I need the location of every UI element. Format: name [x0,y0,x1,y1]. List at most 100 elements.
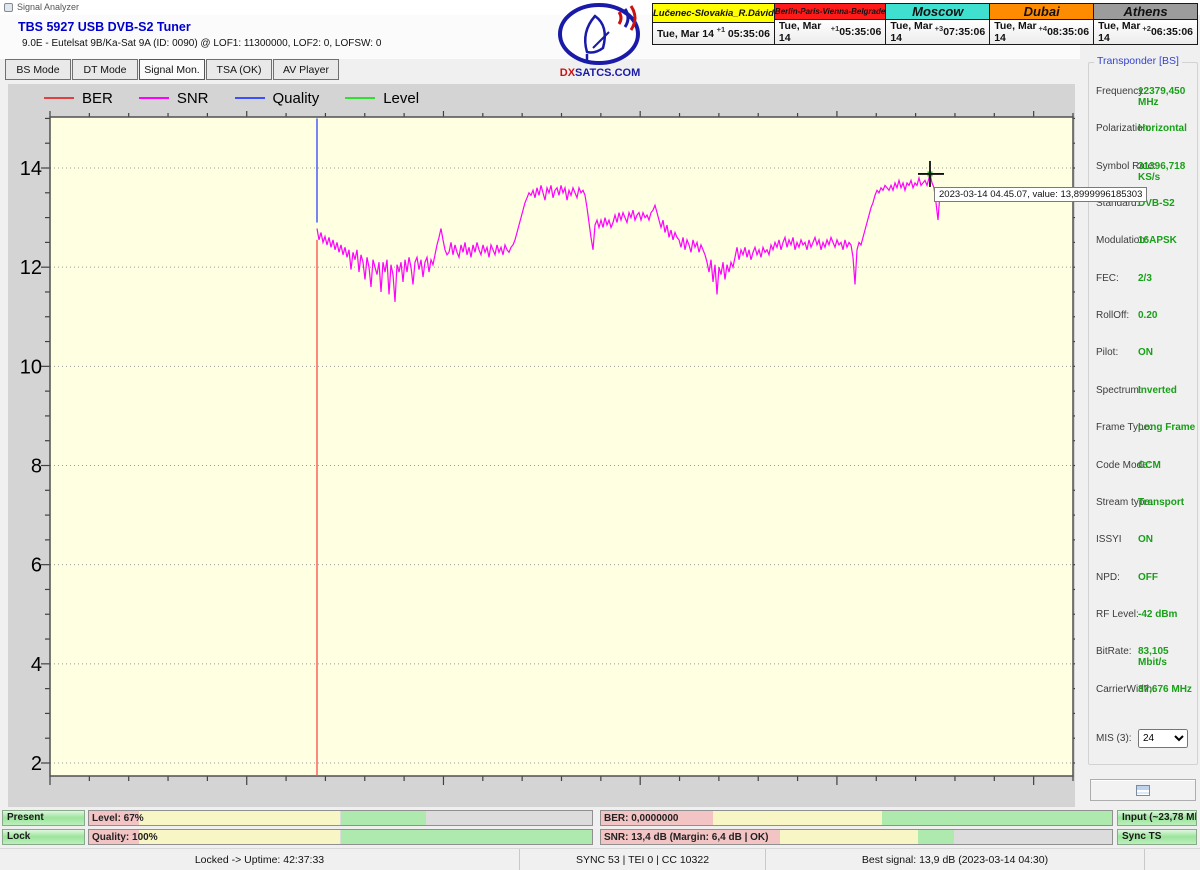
sidebar-field-label: Pilot: [1096,347,1118,358]
bar-segment-yellow [139,811,340,825]
clock-time-value: 08:35:06 [1047,26,1089,38]
y-axis-label: 2 [31,753,42,775]
bar-segment-yellow [139,830,340,844]
sidebar-field-value: 83,105 Mbit/s [1138,646,1200,668]
y-axis-label: 12 [20,257,42,279]
status-empty [1145,849,1200,870]
clock-dubai: DubaiTue, Mar 14+408:35:06 [990,4,1094,44]
sync-ts-badge: Sync TS [1117,829,1197,845]
bar-segment-yellow [780,830,918,844]
clock-city-label: Lučenec-Slovakia_R.Dávid [653,4,774,23]
sidebar-field-value: 16APSK [1138,235,1177,246]
y-axis-label: 6 [31,555,42,577]
bar-segment-green [918,830,954,844]
sidebar-field-value: CCM [1138,460,1161,471]
sidebar-field-value: OFF [1138,572,1158,583]
level-bar-label: Level: 67% [92,813,144,824]
list-icon [1136,785,1150,796]
sidebar-field-value: ON [1138,347,1153,358]
clock-utc-offset: +4 [1039,24,1048,33]
level-progressbar: Level: 67% [88,810,593,826]
mode-tabs: BS ModeDT ModeSignal Mon.TSA (OK)AV Play… [5,59,340,80]
chart-canvas[interactable]: 2468101214 [8,84,1075,807]
clock-time-row: Tue, Mar 14+105:35:06 [653,23,774,44]
tab-av-player[interactable]: AV Player [273,59,339,80]
clock-time-row: Tue, Mar 14+206:35:06 [1094,20,1197,44]
y-axis-label: 4 [31,654,42,676]
bar-segment-green [341,830,593,844]
status-bar: Locked -> Uptime: 42:37:33 SYNC 53 | TEI… [0,848,1200,870]
tuner-subtitle: 9.0E - Eutelsat 9B/Ka-Sat 9A (ID: 0090) … [22,38,381,49]
snr-progressbar: SNR: 13,4 dB (Margin: 6,4 dB | OK) [600,829,1113,845]
sidebar-field-value: 2/3 [1138,273,1152,284]
transponder-group-title: Transponder [BS] [1094,55,1182,67]
legend-label: Level [383,90,419,107]
clock-date: Tue, Mar 14 [1098,20,1142,44]
legend-item-quality: Quality [235,90,320,107]
sidebar-field-value: Horizontal [1138,123,1187,134]
clock-time-value: 05:35:06 [728,28,770,40]
input-bitrate-badge: Input (~23,78 Mbps) [1117,810,1197,826]
clock-utc-offset: +1 [717,25,726,34]
legend-line-swatch [44,97,74,99]
legend-label: SNR [177,90,209,107]
lock-badge: Lock [2,829,85,845]
tuner-title: TBS 5927 USB DVB-S2 Tuner [18,20,191,34]
world-clocks: Lučenec-Slovakia_R.DávidTue, Mar 14+105:… [652,3,1198,45]
sidebar-field-value: Transport [1138,497,1184,508]
mis-label: MIS (3): [1096,733,1132,744]
clock-date: Tue, Mar 14 [890,20,934,44]
sidebar-field-value: 12379,450 MHz [1138,86,1200,108]
clock-city-label: Dubai [990,4,1093,20]
tab-signal-mon-[interactable]: Signal Mon. [139,59,205,80]
clock-city-label: Berlin-Paris-Vienna-Belgrade [775,4,885,20]
sidebar-field-value: Inverted [1138,385,1177,396]
quality-progressbar: Quality: 100% [88,829,593,845]
sidebar-field-value: Long Frame [1138,422,1195,433]
sidebar-field-label: BitRate: [1096,646,1132,657]
clock-utc-offset: +1 [831,24,840,33]
signal-analyzer-window: Signal Analyzer TBS 5927 USB DVB-S2 Tune… [0,0,1200,870]
clock-time-value: 07:35:06 [943,26,985,38]
sidebar-field-label: RollOff: [1096,310,1129,321]
snr-bar-label: SNR: 13,4 dB (Margin: 6,4 dB | OK) [604,832,768,843]
bar-segment-yellow [713,811,882,825]
clock-time-value: 05:35:06 [839,26,881,38]
bar-segment-green [341,811,427,825]
sidebar-field-value: -42 dBm [1138,609,1177,620]
status-best-signal: Best signal: 13,9 dB (2023-03-14 04:30) [766,849,1145,870]
tab-tsa-ok-[interactable]: TSA (OK) [206,59,272,80]
sidebar-field-value: 31396,718 KS/s [1138,161,1200,183]
bar-segment-gray [954,830,1112,844]
clock-time-row: Tue, Mar 14+105:35:06 [775,20,885,44]
clock-city-label: Moscow [886,4,989,20]
clock-city-label: Athens [1094,4,1197,20]
clock-date: Tue, Mar 14 [994,20,1038,44]
plot-area[interactable] [50,117,1073,776]
legend-label: BER [82,90,113,107]
ber-bar-label: BER: 0,0000000 [604,813,679,824]
sidebar-field-value: 0.20 [1138,310,1157,321]
legend-line-swatch [139,97,169,99]
mis-select[interactable]: 24 [1138,729,1188,748]
tab-dt-mode[interactable]: DT Mode [72,59,138,80]
clock-time-row: Tue, Mar 14+307:35:06 [886,20,989,44]
tab-bs-mode[interactable]: BS Mode [5,59,71,80]
clock-utc-offset: +3 [935,24,944,33]
clock-date: Tue, Mar 14 [657,28,714,40]
sidebar-field-value: ON [1138,534,1153,545]
clock-athens: AthensTue, Mar 14+206:35:06 [1094,4,1197,44]
chart-tooltip: 2023-03-14 04.45.07, value: 13,899999618… [934,187,1147,202]
bar-segment-green [882,811,1112,825]
bar-segment-gray [426,811,592,825]
y-axis-label: 8 [31,456,42,478]
clock-date: Tue, Mar 14 [779,20,831,44]
legend-line-swatch [345,97,375,99]
legend-item-level: Level [345,90,419,107]
stream-list-button[interactable] [1090,779,1196,801]
signal-chart[interactable]: BERSNRQualityLevel 2468101214 [8,84,1075,807]
clock-utc-offset: +2 [1142,24,1151,33]
quality-bar-label: Quality: 100% [92,832,158,843]
sidebar-field-value: 37,676 MHz [1138,684,1192,695]
status-uptime: Locked -> Uptime: 42:37:33 [0,849,520,870]
